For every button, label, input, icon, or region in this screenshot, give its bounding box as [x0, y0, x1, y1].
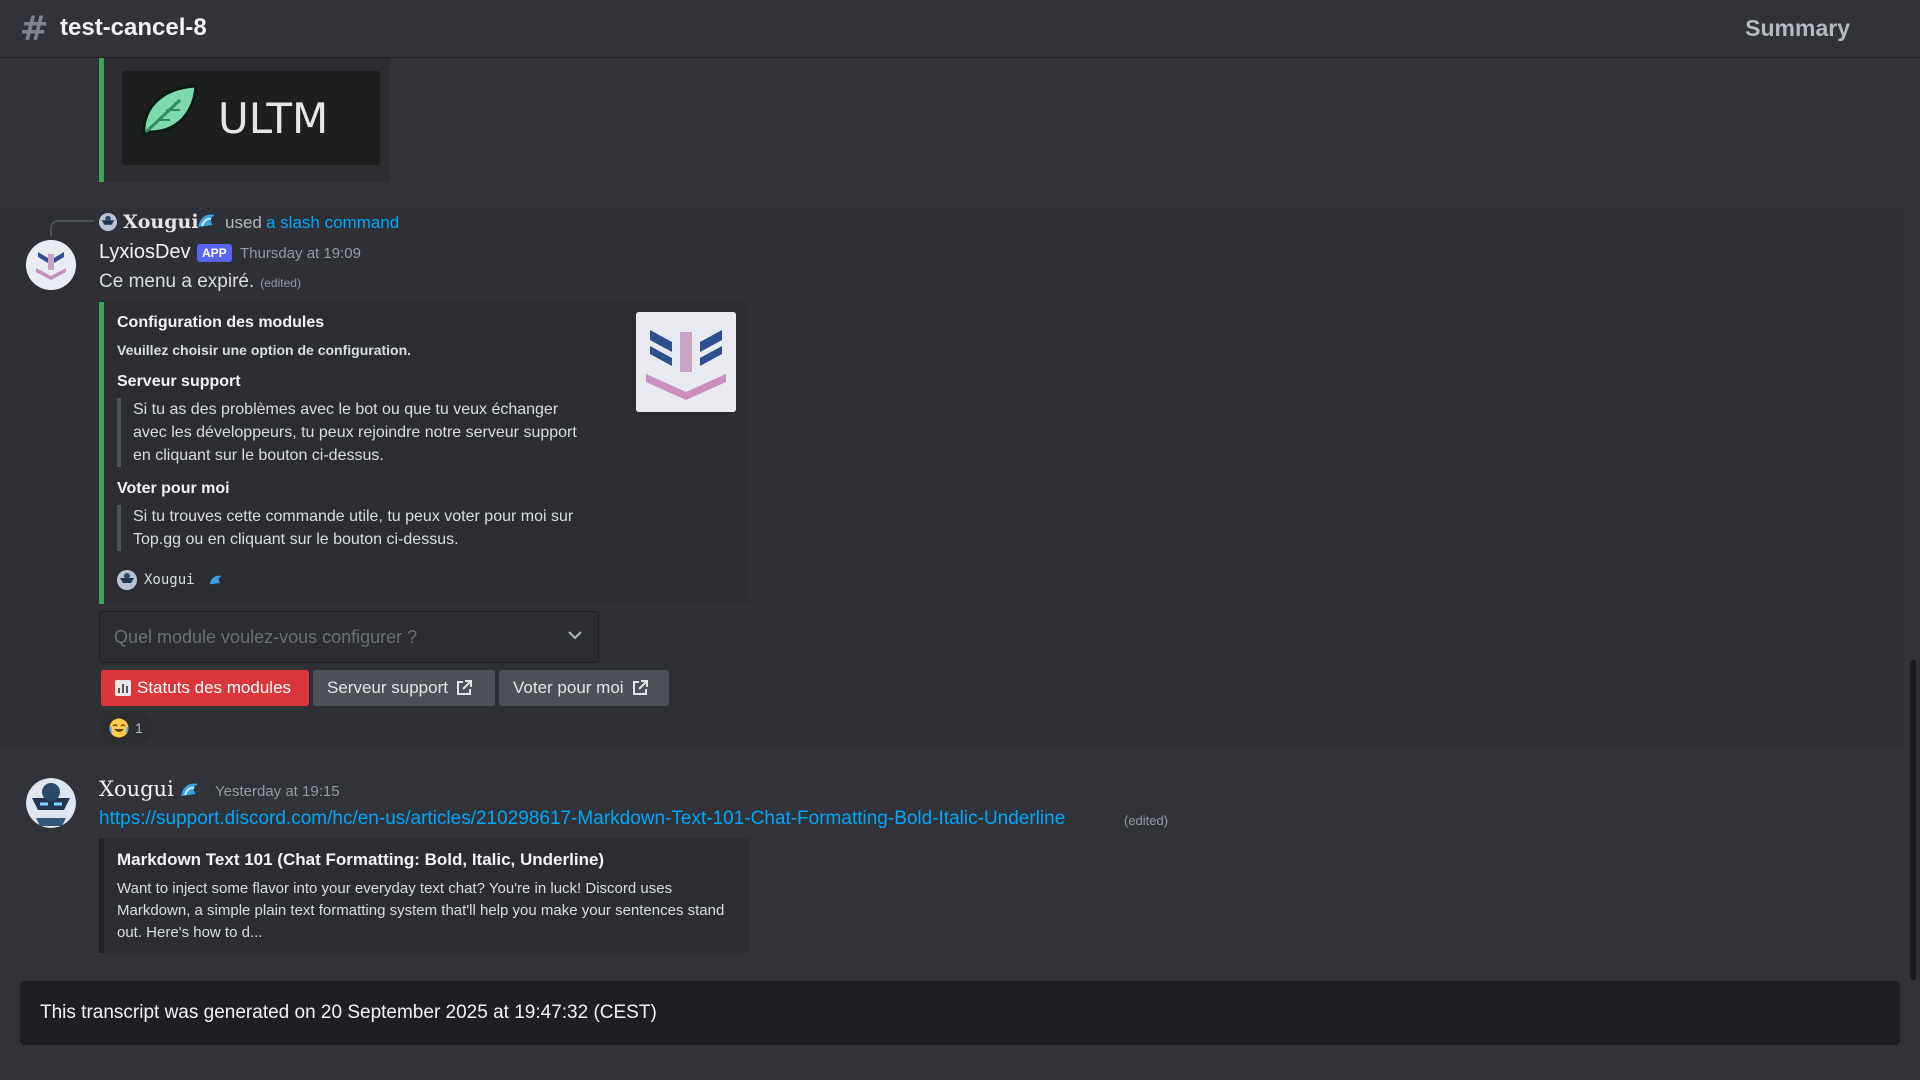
select-placeholder: Quel module voulez-vous configurer ?: [114, 627, 418, 647]
button-label: Serveur support: [327, 678, 448, 697]
field-value-vote: Si tu trouves cette commande utile, tu p…: [117, 505, 617, 551]
field-line: en cliquant sur le bouton ci-dessus.: [133, 447, 384, 464]
wave-icon: [198, 214, 215, 227]
footer-avatar: [117, 570, 137, 590]
message-author[interactable]: Xougui: [99, 777, 174, 801]
field-name-support: Serveur support: [117, 373, 241, 390]
field-value-support: Si tu as des problèmes avec le bot ou qu…: [117, 398, 617, 467]
wave-icon: [181, 783, 198, 796]
transcript-footer-text: This transcript was generated on 20 Sept…: [40, 1002, 657, 1023]
leaf-icon: [142, 84, 198, 137]
message-timestamp: Yesterday at 19:15: [215, 783, 340, 800]
field-name-vote: Voter pour moi: [117, 480, 230, 497]
ultm-logo-text: ULTM: [218, 94, 329, 143]
message-content: Ce menu a expiré. (edited): [99, 271, 301, 293]
edited-label: (edited): [260, 276, 301, 290]
embed-description: Veuillez choisir une option de configura…: [117, 342, 412, 358]
chevron-down-icon: [568, 631, 582, 640]
scrollbar[interactable]: [1910, 660, 1916, 980]
external-link-icon: [456, 680, 472, 695]
channel-header: # test-cancel-8 Summary: [0, 0, 1920, 58]
field-line: Si tu trouves cette commande utile, tu p…: [133, 508, 574, 525]
summary-button[interactable]: Summary: [1745, 15, 1850, 42]
support-article-link[interactable]: https://support.discord.com/hc/en-us/art…: [99, 808, 1065, 830]
external-link-icon: [632, 680, 648, 695]
button-label: Statuts des modules: [137, 678, 292, 697]
edited-label: (edited): [1124, 813, 1169, 828]
vote-button[interactable]: Voter pour moi: [499, 670, 669, 706]
embed-thumbnail[interactable]: [636, 312, 736, 412]
ultm-embed: ULTM: [99, 58, 389, 182]
wave-icon: [209, 575, 222, 585]
lyxiosdev-avatar[interactable]: [26, 240, 76, 290]
module-status-button[interactable]: Statuts des modules: [101, 670, 309, 706]
field-line: Top.gg ou en cliquant sur le bouton ci-d…: [133, 531, 459, 548]
button-label: Voter pour moi: [513, 678, 624, 697]
support-server-button[interactable]: Serveur support: [313, 670, 495, 706]
message-text: Ce menu a expiré.: [99, 271, 255, 292]
message-author[interactable]: LyxiosDev: [99, 241, 191, 264]
transcript-footer: This transcript was generated on 20 Sept…: [20, 981, 1900, 1045]
reply-username[interactable]: Xougui: [123, 211, 199, 233]
xougui-avatar[interactable]: [26, 778, 76, 828]
hashtag-icon: #: [20, 9, 49, 49]
message-timestamp: Thursday at 19:09: [240, 245, 361, 262]
slash-command-link[interactable]: a slash command: [266, 213, 399, 233]
field-line: avec les développeurs, tu peux rejoindre…: [133, 424, 577, 441]
reaction-joy[interactable]: 1: [101, 713, 151, 743]
module-select[interactable]: Quel module voulez-vous configurer ?: [99, 611, 599, 663]
reply-avatar[interactable]: [99, 213, 117, 231]
embed-footer-text: Xougui: [144, 572, 195, 588]
app-badge: APP: [197, 244, 232, 262]
field-line: Si tu as des problèmes avec le bot ou qu…: [133, 401, 559, 418]
config-embed: Configuration des modules Veuillez chois…: [99, 302, 749, 604]
link-preview-embed: Markdown Text 101 (Chat Formatting: Bold…: [99, 838, 749, 953]
channel-name: test-cancel-8: [60, 14, 207, 41]
embed-description: Want to inject some flavor into your eve…: [117, 880, 725, 941]
reply-connector: [50, 220, 94, 236]
embed-title[interactable]: Markdown Text 101 (Chat Formatting: Bold…: [117, 850, 604, 870]
reply-used-text: used: [225, 213, 262, 232]
joy-emoji-icon: [109, 718, 129, 738]
reaction-count: 1: [135, 720, 143, 736]
bar-chart-icon: [115, 680, 131, 696]
embed-title: Configuration des modules: [117, 314, 325, 331]
ultm-image[interactable]: ULTM: [122, 71, 380, 165]
